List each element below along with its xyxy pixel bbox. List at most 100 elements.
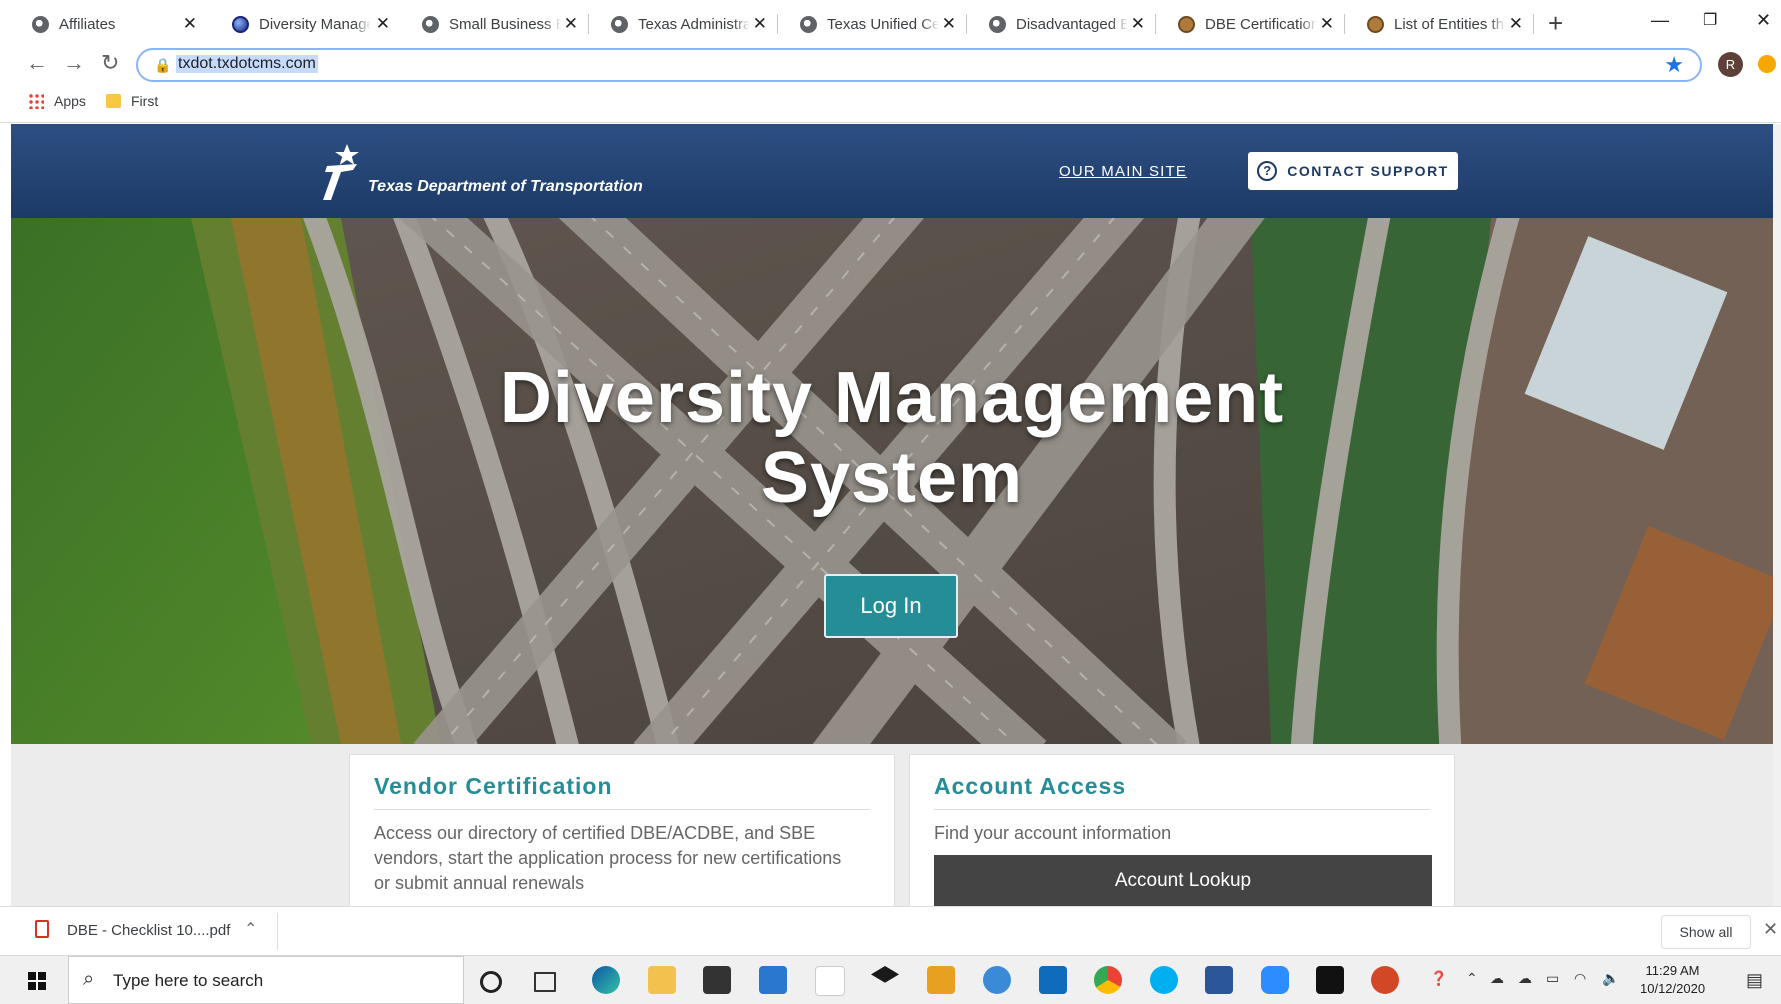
hero-title: Diversity Management System: [11, 358, 1773, 518]
bookmark-star-icon[interactable]: ★: [1664, 52, 1684, 78]
back-icon[interactable]: ←: [26, 50, 48, 76]
folder-icon: [106, 94, 121, 108]
tab-title: Small Business Enterprise: [449, 15, 561, 33]
browser-tab[interactable]: Disadvantaged Business ✕: [967, 8, 1155, 40]
notifications-icon[interactable]: ▤: [1746, 970, 1763, 991]
chevron-up-tray-icon[interactable]: ⌃: [1466, 970, 1478, 987]
chrome-icon[interactable]: [1094, 966, 1122, 994]
cloud-icon[interactable]: ☁: [1518, 970, 1532, 987]
onedrive-icon[interactable]: ☁: [1490, 970, 1504, 987]
help-icon: ?: [1257, 161, 1278, 181]
cards-section: Vendor Certification Access our director…: [322, 744, 1462, 906]
browser-tab[interactable]: Affiliates ✕: [10, 8, 207, 40]
close-icon[interactable]: ✕: [564, 14, 578, 34]
profile-avatar[interactable]: R: [1718, 52, 1743, 77]
downloads-bar: DBE - Checklist 10....pdf ⌃ Show all ✕: [0, 906, 1781, 956]
edge-icon[interactable]: [592, 966, 620, 994]
browser-tab[interactable]: Small Business Enterprise ✕: [400, 8, 588, 40]
bookmark-label: Apps: [54, 93, 86, 109]
card-divider: [374, 809, 870, 810]
close-icon[interactable]: ✕: [753, 14, 767, 34]
seal-icon: [1178, 15, 1195, 33]
powerpoint-icon[interactable]: [1371, 966, 1399, 994]
show-all-button[interactable]: Show all: [1661, 915, 1751, 949]
word-icon[interactable]: [1205, 966, 1233, 994]
new-tab-button[interactable]: +: [1548, 8, 1563, 39]
close-icon[interactable]: ✕: [376, 14, 390, 34]
reload-icon[interactable]: ↻: [101, 50, 119, 76]
restore-icon[interactable]: ❐: [1703, 10, 1717, 30]
vendor-certification-card: Vendor Certification Access our director…: [349, 754, 895, 906]
acrobat-icon[interactable]: [1316, 966, 1344, 994]
card-description: Access our directory of certified DBE/AC…: [374, 823, 842, 893]
pdf-file-icon: [35, 920, 49, 938]
bookmark-folder-first[interactable]: First: [106, 93, 158, 109]
tab-title: Diversity Management System: [259, 15, 371, 33]
site-header: Texas Department of Transportation OUR M…: [11, 124, 1773, 218]
cortana-icon[interactable]: [480, 971, 502, 993]
url-text[interactable]: txdot.txdotcms.com: [176, 55, 318, 73]
contact-support-button[interactable]: ? CONTACT SUPPORT: [1248, 152, 1458, 190]
extension-icon[interactable]: [1758, 55, 1776, 73]
battery-icon[interactable]: ▭: [1546, 970, 1559, 987]
window-close-icon[interactable]: ✕: [1756, 10, 1771, 31]
close-icon[interactable]: ✕: [1320, 14, 1334, 34]
bookmark-apps[interactable]: Apps: [28, 93, 86, 109]
hero-title-line: System: [760, 438, 1024, 518]
browser-tab[interactable]: List of Entities that ✕: [1345, 8, 1533, 40]
our-main-site-link[interactable]: OUR MAIN SITE: [1059, 163, 1187, 180]
store-icon[interactable]: [703, 966, 731, 994]
globe-icon: [611, 15, 628, 33]
close-downloads-icon[interactable]: ✕: [1763, 919, 1778, 940]
tab-title: List of Entities that: [1394, 15, 1506, 33]
download-file-name[interactable]: DBE - Checklist 10....pdf: [67, 922, 230, 939]
lock-icon[interactable]: 🔒: [154, 57, 171, 74]
dropbox-icon[interactable]: [871, 966, 899, 983]
taskbar-clock[interactable]: 11:29 AM 10/12/2020: [1640, 962, 1705, 998]
contact-support-label: CONTACT SUPPORT: [1287, 163, 1449, 179]
minimize-icon[interactable]: —: [1651, 10, 1669, 31]
hero-banner: Diversity Management System Log In: [11, 218, 1773, 744]
browser-tab[interactable]: DBE Certification Application ✕: [1156, 8, 1344, 40]
browser-tab-strip: Affiliates ✕ Diversity Management System…: [0, 0, 1781, 46]
site-favicon-icon: [232, 15, 249, 33]
task-view-icon[interactable]: [534, 972, 556, 992]
globe-icon: [422, 15, 439, 33]
windows-taskbar: ⌕ Type here to search ❓ ⌃ ☁ ☁ ▭ ◠ 🔈 11:2…: [0, 955, 1781, 1004]
login-button[interactable]: Log In: [824, 574, 958, 638]
bookmark-label: First: [131, 93, 159, 109]
tab-title: Texas Unified Certification: [827, 15, 939, 33]
close-icon[interactable]: ✕: [183, 14, 197, 34]
account-lookup-button[interactable]: Account Lookup: [934, 855, 1432, 906]
amazon-icon[interactable]: [815, 966, 845, 996]
tab-title: Texas Administrative Code: [638, 15, 750, 33]
help-tray-icon[interactable]: ❓: [1430, 970, 1447, 987]
close-icon[interactable]: ✕: [942, 14, 956, 34]
taskbar-search-box[interactable]: ⌕ Type here to search: [68, 956, 464, 1004]
page-scrollbar[interactable]: [1773, 124, 1781, 906]
outlook-icon[interactable]: [1039, 966, 1067, 994]
hero-title-line: Diversity Management: [499, 358, 1285, 438]
globe-app-icon[interactable]: [983, 966, 1011, 994]
wifi-icon[interactable]: ◠: [1574, 970, 1586, 987]
file-explorer-icon[interactable]: [648, 966, 676, 994]
forward-icon[interactable]: →: [63, 50, 85, 76]
browser-tab-active[interactable]: Diversity Management System ✕: [210, 8, 400, 40]
zoom-icon[interactable]: [1261, 966, 1289, 994]
search-icon: ⌕: [83, 968, 95, 990]
bookmarks-bar: Apps First: [0, 86, 1781, 123]
address-bar[interactable]: 🔒 txdot.txdotcms.com ★: [136, 48, 1702, 82]
volume-icon[interactable]: 🔈: [1602, 970, 1619, 987]
browser-tab[interactable]: Texas Unified Certification ✕: [778, 8, 966, 40]
chevron-up-icon[interactable]: ⌃: [244, 919, 257, 939]
apps-grid-icon: [28, 93, 44, 109]
close-icon[interactable]: ✕: [1131, 14, 1145, 34]
close-icon[interactable]: ✕: [1509, 14, 1523, 34]
windows-start-icon[interactable]: [28, 972, 46, 990]
web-page: Texas Department of Transportation OUR M…: [11, 124, 1773, 906]
skype-icon[interactable]: [1150, 966, 1178, 994]
mail-icon[interactable]: [759, 966, 787, 994]
browser-tab[interactable]: Texas Administrative Code ✕: [589, 8, 777, 40]
app-icon[interactable]: [927, 966, 955, 994]
tab-title: Disadvantaged Business: [1016, 15, 1128, 33]
